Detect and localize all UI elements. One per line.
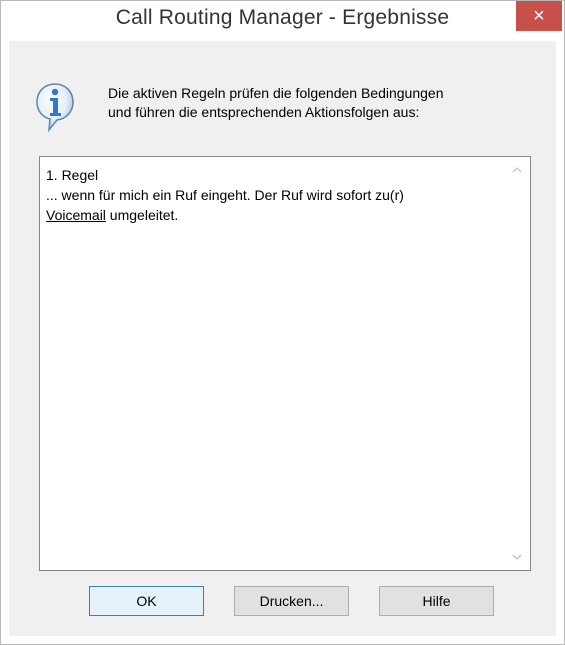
- dialog-body: Die aktiven Regeln prüfen die folgenden …: [9, 41, 556, 636]
- dialog-window: Call Routing Manager - Ergebnisse × Die …: [0, 0, 565, 645]
- info-message: Die aktiven Regeln prüfen die folgenden …: [108, 84, 548, 122]
- rule-condition: ... wenn für mich ein Ruf eingeht. Der R…: [46, 187, 404, 203]
- print-button[interactable]: Drucken...: [234, 586, 349, 616]
- rule-action-suffix: umgeleitet.: [105, 207, 179, 223]
- scroll-down-icon[interactable]: [512, 552, 522, 562]
- ok-button[interactable]: OK: [89, 586, 204, 616]
- window-title: Call Routing Manager - Ergebnisse: [115, 6, 450, 29]
- title-bar[interactable]: Call Routing Manager - Ergebnisse ×: [1, 1, 564, 41]
- voicemail-link[interactable]: Voicemail: [46, 207, 106, 223]
- results-textbox[interactable]: 1. Regel ... wenn für mich ein Ruf einge…: [39, 156, 531, 571]
- rule-action: Voicemail umgeleitet.: [46, 205, 506, 225]
- results-content: 1. Regel ... wenn für mich ein Ruf einge…: [46, 165, 506, 225]
- rule-title: 1. Regel: [46, 167, 99, 183]
- info-message-line2: und führen die entsprechenden Aktionsfol…: [108, 104, 420, 120]
- close-icon: ×: [533, 4, 545, 27]
- info-icon: [36, 83, 74, 133]
- close-button[interactable]: ×: [516, 1, 562, 31]
- help-button[interactable]: Hilfe: [379, 586, 494, 616]
- scroll-up-icon[interactable]: [512, 165, 522, 175]
- info-message-line1: Die aktiven Regeln prüfen die folgenden …: [108, 85, 444, 101]
